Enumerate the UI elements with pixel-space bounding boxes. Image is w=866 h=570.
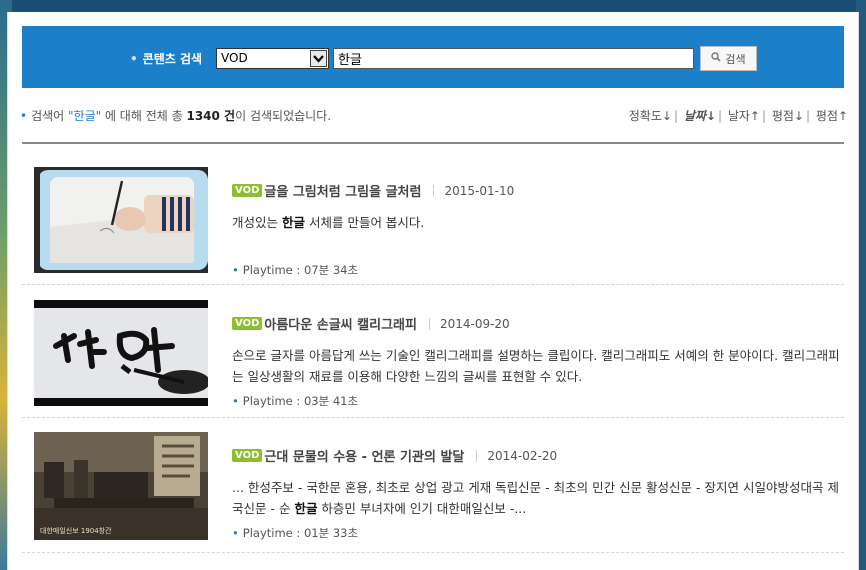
divider xyxy=(22,142,844,144)
result-title[interactable]: 근대 문물의 수용 - 언론 기관의 발달 xyxy=(264,446,464,465)
bullet-icon: • xyxy=(232,526,239,540)
highlight-keyword: 한글 xyxy=(294,501,318,516)
search-bar: •콘텐츠 검색 VOD 검색 xyxy=(22,26,844,88)
sort-accuracy[interactable]: 정확도↓ xyxy=(629,109,672,123)
search-icon xyxy=(711,52,721,65)
result-title-row: VOD 아름다운 손글씨 캘리그래피 2014-09-20 xyxy=(232,314,510,333)
result-description: ... 한성주보 - 국한문 혼용, 최초로 상업 광고 게재 독립신문 - 최… xyxy=(232,480,839,516)
result-title[interactable]: 글을 그림처럼 그림을 글처럼 xyxy=(264,181,421,200)
summary-keyword: "한글" xyxy=(68,109,102,123)
highlight-keyword: 한글 xyxy=(281,215,305,230)
video-thumbnail[interactable] xyxy=(34,300,208,406)
result-playtime: • Playtime : 07분 34초 xyxy=(232,263,359,277)
video-thumbnail[interactable]: 대한매일신보 1904창간 xyxy=(34,432,208,540)
result-description: 손으로 글자를 아름답게 쓰는 기술인 캘리그래피를 설명하는 클립이다. 캘리… xyxy=(232,348,840,384)
content-type-select[interactable]: VOD xyxy=(216,48,329,69)
result-title-row: VOD 글을 그림처럼 그림을 글처럼 2015-01-10 xyxy=(232,181,514,200)
result-separator xyxy=(22,552,844,553)
result-title-row: VOD 근대 문물의 수용 - 언론 기관의 발달 2014-02-20 xyxy=(232,446,557,465)
result-title[interactable]: 아름다운 손글씨 캘리그래피 xyxy=(264,314,417,333)
sort-date-asc[interactable]: 날자↑ xyxy=(728,109,760,123)
vod-badge: VOD xyxy=(232,317,263,330)
thumbnail-caption: 대한매일신보 1904창간 xyxy=(40,527,112,535)
search-label: • 콘텐츠 검색 xyxy=(130,52,203,66)
result-summary: • 검색어 "한글" 에 대해 전체 총 1340 건이 검색되었습니다. xyxy=(20,109,332,123)
vod-badge: VOD xyxy=(232,449,263,462)
result-separator xyxy=(22,417,844,418)
select-value: VOD xyxy=(221,51,248,65)
search-input[interactable] xyxy=(333,48,694,69)
result-playtime: • Playtime : 03분 41초 xyxy=(232,394,359,408)
search-button-label: 검색 xyxy=(725,52,746,66)
result-date: 2015-01-10 xyxy=(444,183,515,198)
sort-date-desc[interactable]: 날짜↓ xyxy=(684,109,716,123)
bullet-icon: • xyxy=(20,109,28,123)
bullet-icon: • xyxy=(130,52,138,66)
result-description: 개성있는 한글 서체를 만들어 봅시다. xyxy=(232,215,425,230)
sort-rating-asc[interactable]: 평점↑ xyxy=(816,109,848,123)
chevron-down-icon[interactable] xyxy=(310,50,327,67)
content-panel: •콘텐츠 검색 VOD 검색 •검색어 "한글" 에 대해 전체 총 1340 … xyxy=(7,12,859,570)
result-playtime: • Playtime : 01분 33초 xyxy=(232,526,359,540)
summary-count: 1340 건 xyxy=(186,109,236,123)
sort-options: 정확도↓ | 날짜↓ | 날자↑ | 평점↓ | 평점↑ xyxy=(628,109,848,123)
bullet-icon: • xyxy=(232,263,239,277)
search-button[interactable]: 검색 xyxy=(700,46,757,71)
video-thumbnail[interactable] xyxy=(34,167,208,273)
vod-badge: VOD xyxy=(232,184,263,197)
result-separator xyxy=(22,284,844,285)
result-date: 2014-09-20 xyxy=(439,316,510,331)
result-date: 2014-02-20 xyxy=(487,448,558,463)
sort-rating-desc[interactable]: 평점↓ xyxy=(772,109,804,123)
bullet-icon: • xyxy=(232,394,239,408)
